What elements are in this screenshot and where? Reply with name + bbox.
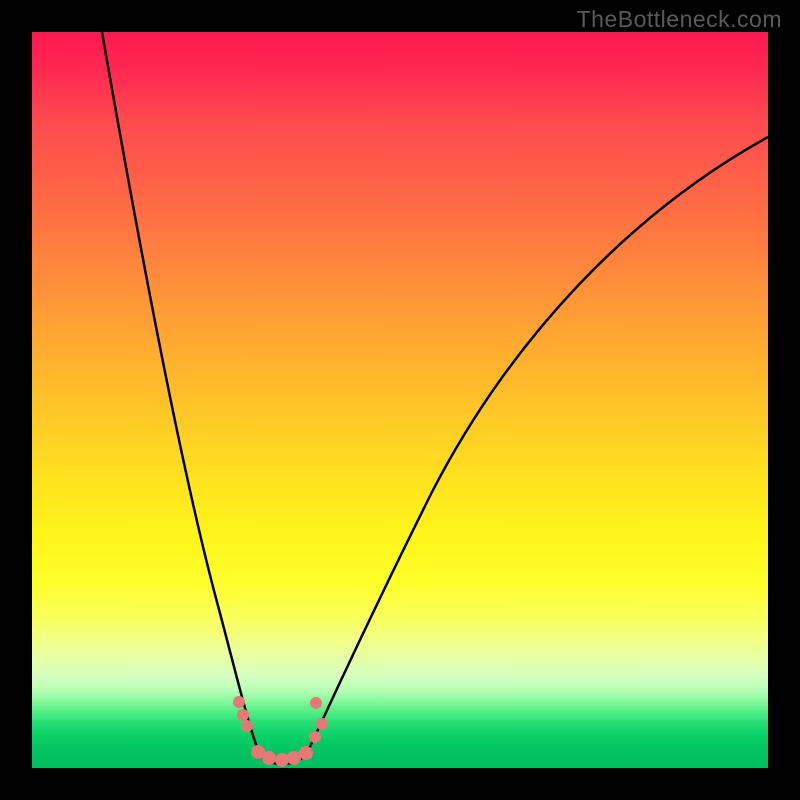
- plot-area: [32, 32, 768, 768]
- curve-svg: [32, 32, 768, 768]
- valley-bottom: [260, 755, 306, 764]
- right-ascending-curve: [306, 137, 768, 755]
- chart-container: TheBottleneck.com: [0, 0, 800, 800]
- watermark-label: TheBottleneck.com: [577, 6, 782, 33]
- left-ascending-curve: [102, 32, 260, 755]
